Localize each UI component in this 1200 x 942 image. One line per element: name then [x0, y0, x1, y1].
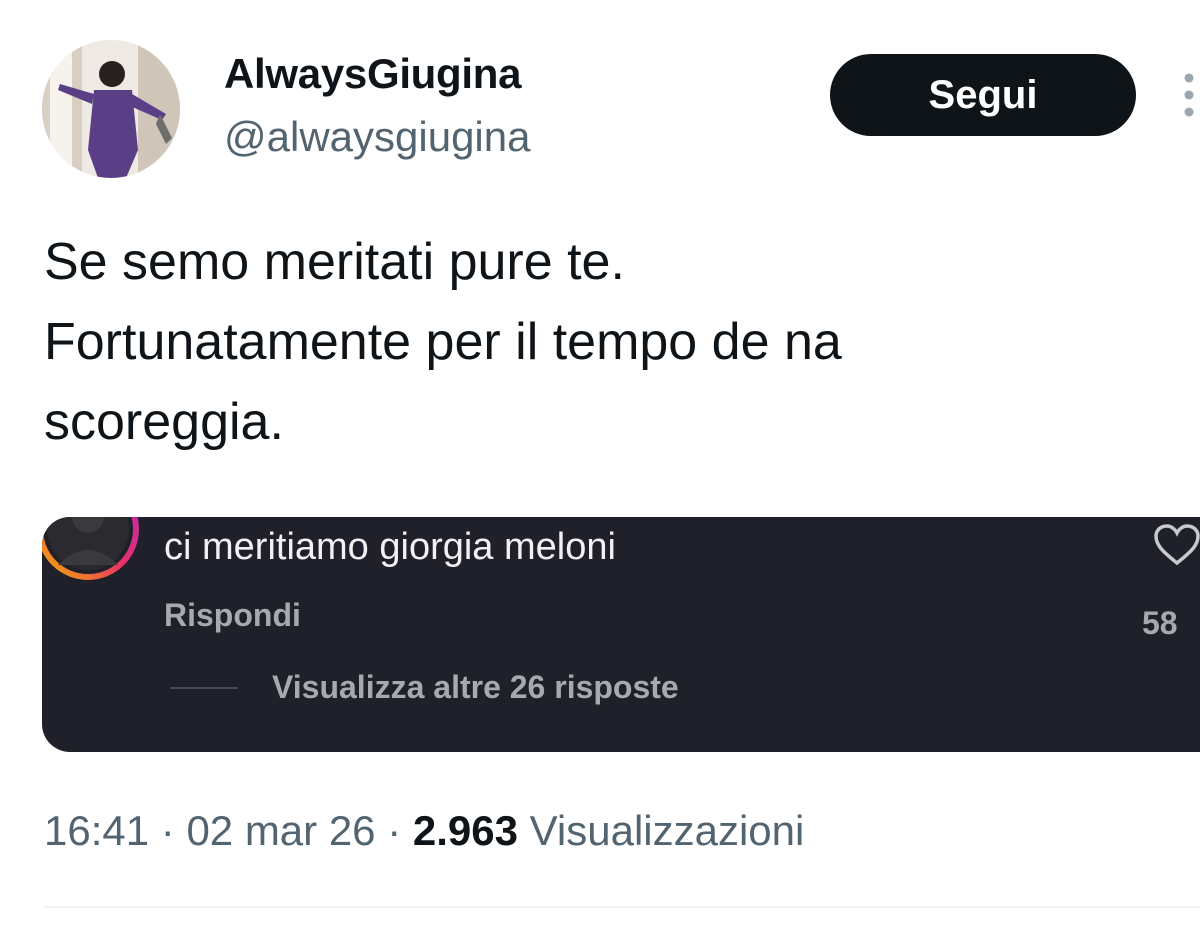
- replies-divider: [170, 687, 238, 689]
- story-ring-avatar-icon: [42, 517, 139, 580]
- more-vertical-icon[interactable]: [1178, 70, 1200, 120]
- tweet-text-line: Se semo meritati pure te.: [44, 233, 625, 291]
- meta-separator: ·: [375, 807, 413, 854]
- meta-separator: ·: [149, 807, 187, 854]
- tweet-text: Se semo meritati pure te. Fortunatamente…: [44, 222, 1164, 462]
- tweet-time[interactable]: 16:41: [44, 807, 149, 854]
- author-handle[interactable]: @alwaysgiugina: [224, 112, 530, 162]
- tweet-text-line: scoreggia.: [44, 393, 284, 451]
- divider: [44, 906, 1200, 908]
- tweet-meta: 16:41 · 02 mar 26 · 2.963 Visualizzazion…: [44, 806, 804, 856]
- views-label: Visualizzazioni: [529, 807, 805, 854]
- reply-link[interactable]: Rispondi: [164, 595, 301, 635]
- tweet-text-line: Fortunatamente per il tempo de na: [44, 313, 842, 371]
- follow-button[interactable]: Segui: [830, 54, 1136, 136]
- profile-photo-icon: [42, 40, 180, 178]
- author-display-name[interactable]: AlwaysGiugina: [224, 50, 521, 98]
- author-avatar[interactable]: [42, 40, 180, 178]
- heart-outline-icon[interactable]: [1152, 523, 1200, 567]
- view-more-replies-link[interactable]: Visualizza altre 26 risposte: [272, 667, 679, 707]
- comment-text: ci meritiamo giorgia meloni: [164, 526, 616, 568]
- tweet-media-image[interactable]: ci meritiamo giorgia meloni Rispondi 58 …: [42, 517, 1200, 752]
- views-count: 2.963: [412, 807, 518, 854]
- tweet-date[interactable]: 02 mar 26: [186, 807, 375, 854]
- like-count: 58: [1142, 605, 1178, 641]
